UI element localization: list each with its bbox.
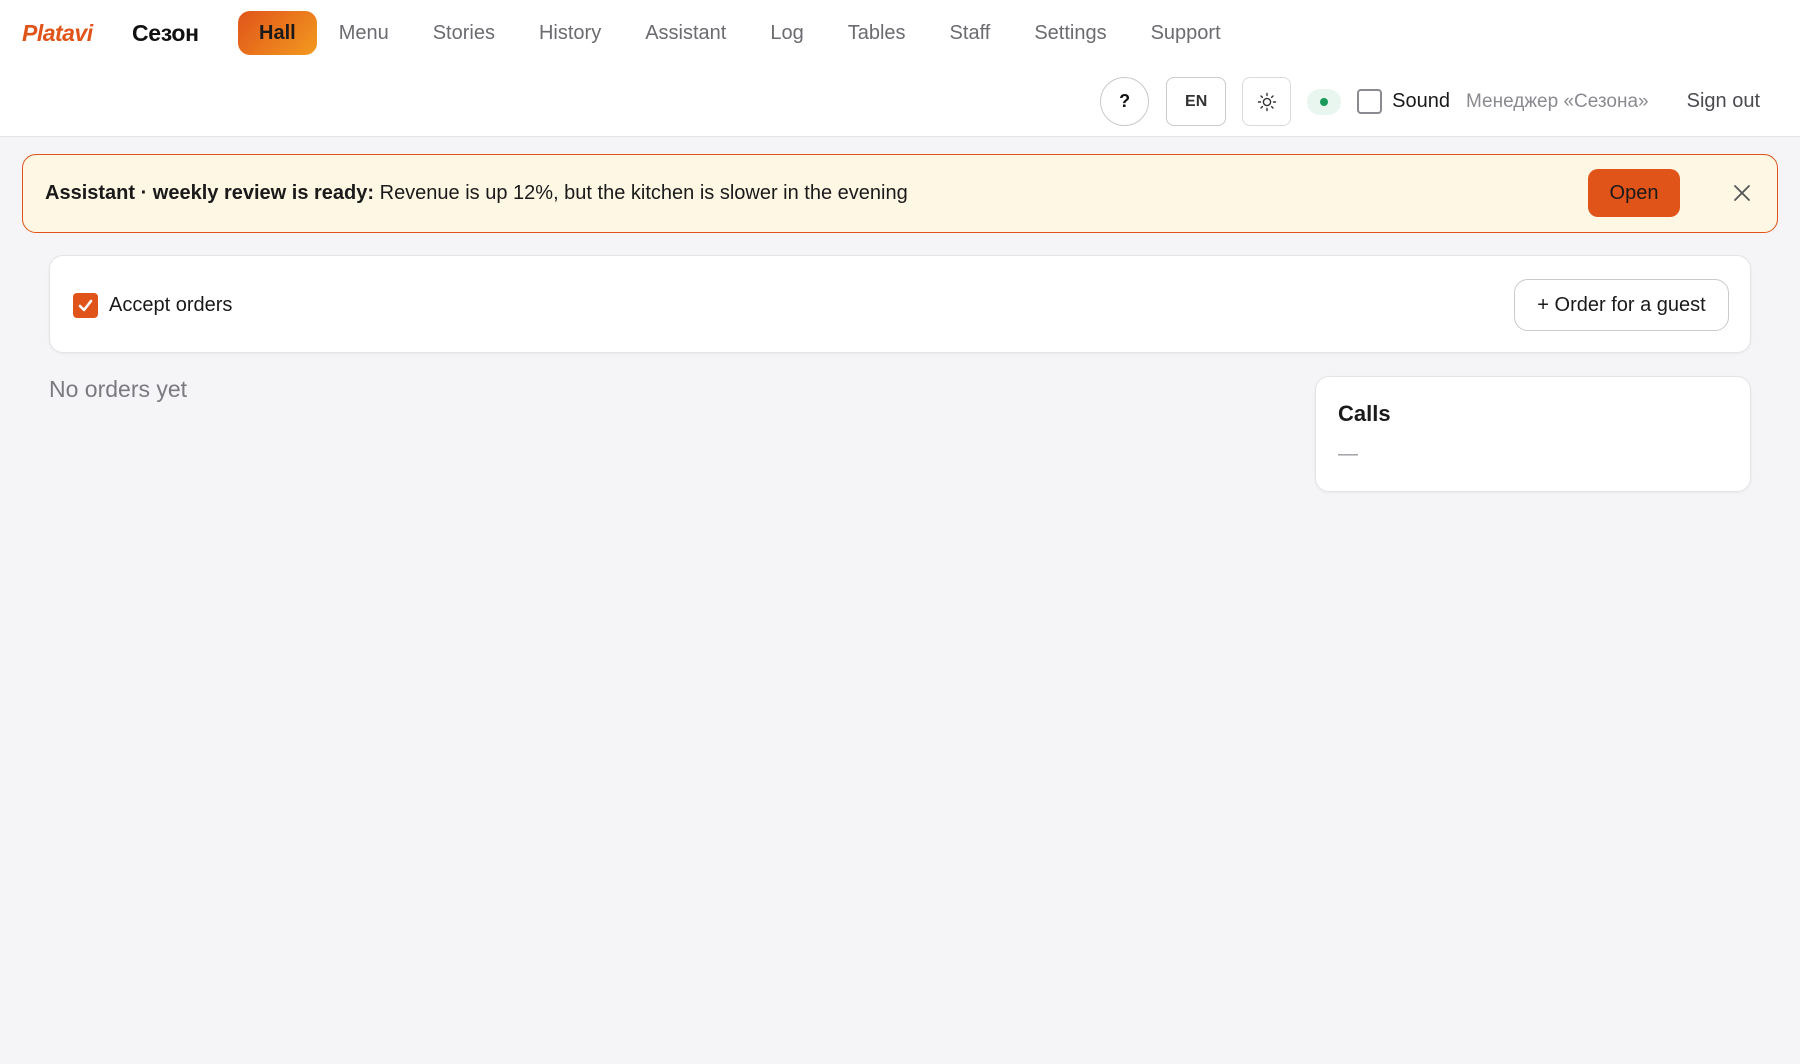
calls-title: Calls (1338, 401, 1391, 426)
close-icon (1734, 185, 1750, 201)
nav-item-stories[interactable]: Stories (411, 11, 517, 55)
sound-label[interactable]: Sound (1392, 90, 1450, 113)
accept-orders-checkbox[interactable] (73, 293, 98, 318)
assistant-banner: Assistant · weekly review is ready: Reve… (22, 154, 1778, 233)
connection-status-indicator (1307, 88, 1342, 115)
header-toolbar: ? EN Sound Менеджер «Сезона» Sign out (1100, 77, 1760, 126)
status-dot (1320, 97, 1329, 106)
platavi-logo[interactable]: Platavi (22, 18, 93, 48)
nav-item-tables[interactable]: Tables (826, 11, 928, 55)
checkmark-icon (78, 299, 93, 312)
venue-name: Сезон (132, 20, 199, 46)
language-button[interactable]: EN (1166, 77, 1227, 126)
nav-item-history[interactable]: History (517, 11, 623, 55)
nav-item-settings[interactable]: Settings (1012, 11, 1128, 55)
banner-title: Assistant · weekly review is ready: (45, 182, 375, 204)
banner-message: Revenue is up 12%, but the kitchen is sl… (374, 182, 908, 204)
top-header: Platavi Сезон Hall Menu Stories History … (0, 0, 1800, 137)
calls-value: — (1338, 443, 1358, 465)
nav-item-assistant[interactable]: Assistant (623, 11, 748, 55)
help-button[interactable]: ? (1100, 77, 1150, 126)
accept-orders-card: Accept orders + Order for a guest (49, 255, 1751, 353)
open-review-button[interactable]: Open (1588, 169, 1680, 217)
sound-checkbox[interactable] (1357, 89, 1383, 114)
theme-toggle-button[interactable] (1242, 77, 1292, 126)
nav-item-staff[interactable]: Staff (928, 11, 1013, 55)
nav-item-hall[interactable]: Hall (238, 11, 317, 55)
order-for-guest-button[interactable]: + Order for a guest (1514, 279, 1729, 331)
nav-item-support[interactable]: Support (1129, 11, 1243, 55)
dismiss-banner-button[interactable] (1723, 174, 1761, 212)
banner-text: Assistant · weekly review is ready: Reve… (45, 155, 908, 232)
calls-card: Calls — (1315, 376, 1751, 492)
main-nav: Hall Menu Stories History Assistant Log … (238, 11, 1243, 55)
sign-out-button[interactable]: Sign out (1687, 90, 1760, 113)
no-orders-message: No orders yet (49, 376, 188, 402)
nav-item-log[interactable]: Log (748, 11, 825, 55)
sun-icon (1257, 92, 1276, 111)
nav-item-menu[interactable]: Menu (317, 11, 411, 55)
manager-name: Менеджер «Сезона» (1466, 90, 1649, 112)
accept-orders-label[interactable]: Accept orders (109, 290, 232, 320)
